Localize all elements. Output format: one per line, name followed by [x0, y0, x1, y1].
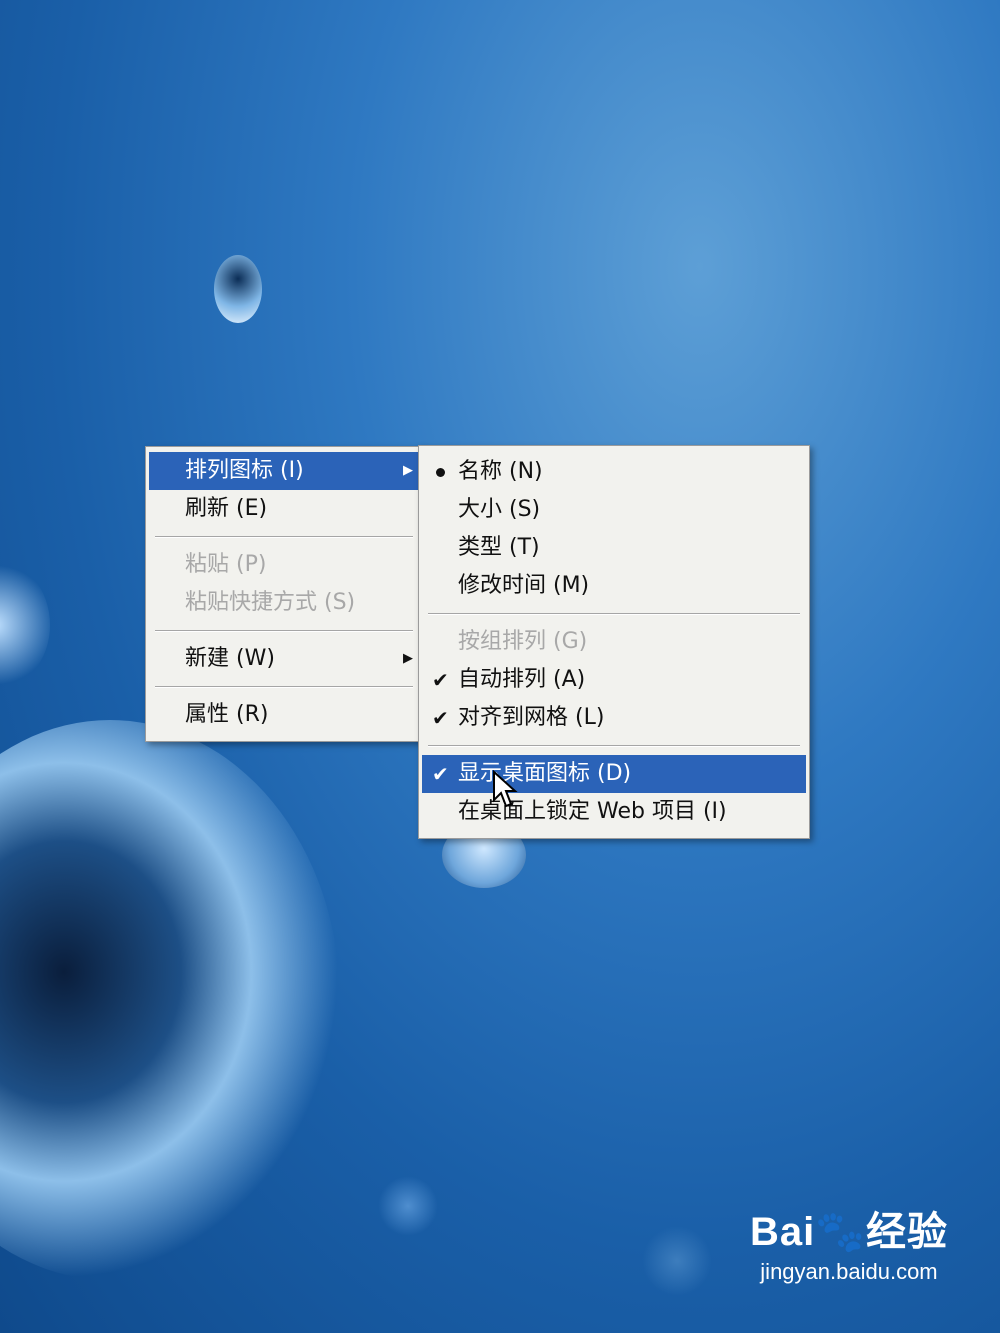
- check-icon: ✔: [432, 668, 449, 692]
- submenu-item-align-to-grid[interactable]: ✔ 对齐到网格 (L): [422, 699, 806, 737]
- submenu-item-name[interactable]: 名称 (N): [422, 453, 806, 491]
- submenu-item-size[interactable]: 大小 (S): [422, 491, 806, 529]
- menu-separator: [155, 536, 413, 538]
- menu-item-label: 名称 (N): [458, 459, 543, 484]
- baidu-jingyan-watermark: Bai🐾经验 jingyan.baidu.com: [750, 1199, 948, 1285]
- radio-bullet-icon: [436, 468, 445, 477]
- menu-item-label: 自动排列 (A): [458, 667, 586, 692]
- menu-item-label: 粘贴快捷方式 (S): [185, 590, 356, 615]
- context-menu: 排列图标 (I) ▶ 刷新 (E) 粘贴 (P) 粘贴快捷方式 (S) 新建 (…: [145, 446, 423, 742]
- menu-item-label: 属性 (R): [185, 702, 269, 727]
- menu-item-properties[interactable]: 属性 (R): [149, 696, 419, 734]
- menu-item-paste-shortcut: 粘贴快捷方式 (S): [149, 584, 419, 622]
- menu-separator: [155, 630, 413, 632]
- menu-item-new[interactable]: 新建 (W) ▶: [149, 640, 419, 678]
- submenu-item-lock-web-items[interactable]: 在桌面上锁定 Web 项目 (I): [422, 793, 806, 831]
- menu-item-label: 粘贴 (P): [185, 552, 267, 577]
- submenu-item-show-desktop-icons[interactable]: ✔ 显示桌面图标 (D): [422, 755, 806, 793]
- menu-item-label: 按组排列 (G): [458, 629, 588, 654]
- menu-item-label: 类型 (T): [458, 535, 540, 560]
- arrange-icons-submenu: 名称 (N) 大小 (S) 类型 (T) 修改时间 (M) 按组排列 (G) ✔…: [418, 445, 810, 839]
- menu-separator: [428, 613, 800, 615]
- watermark-url: jingyan.baidu.com: [760, 1259, 938, 1284]
- menu-item-label: 修改时间 (M): [458, 573, 590, 598]
- submenu-arrow-icon: ▶: [403, 463, 413, 478]
- menu-item-label: 大小 (S): [458, 497, 541, 522]
- check-icon: ✔: [432, 706, 449, 730]
- menu-item-refresh[interactable]: 刷新 (E): [149, 490, 419, 528]
- mouse-cursor-icon: [493, 770, 518, 808]
- menu-item-label: 显示桌面图标 (D): [458, 761, 632, 786]
- submenu-item-group-by: 按组排列 (G): [422, 623, 806, 661]
- menu-item-label: 排列图标 (I): [185, 458, 304, 483]
- menu-item-label: 对齐到网格 (L): [458, 705, 605, 730]
- menu-item-paste: 粘贴 (P): [149, 546, 419, 584]
- splash-decoration: [0, 720, 340, 1280]
- menu-separator: [428, 745, 800, 747]
- splash-decoration: [0, 560, 50, 690]
- water-drop-decoration: [642, 1226, 712, 1296]
- submenu-item-auto-arrange[interactable]: ✔ 自动排列 (A): [422, 661, 806, 699]
- submenu-arrow-icon: ▶: [403, 651, 413, 666]
- water-drop-decoration: [378, 1176, 438, 1236]
- check-icon: ✔: [432, 762, 449, 786]
- menu-item-arrange-icons[interactable]: 排列图标 (I) ▶: [149, 452, 419, 490]
- menu-item-label: 刷新 (E): [185, 496, 268, 521]
- water-drop-decoration: [214, 255, 262, 323]
- menu-separator: [155, 686, 413, 688]
- submenu-item-type[interactable]: 类型 (T): [422, 529, 806, 567]
- submenu-item-modified[interactable]: 修改时间 (M): [422, 567, 806, 605]
- watermark-logo: Bai🐾经验: [749, 1210, 948, 1254]
- menu-item-label: 新建 (W): [185, 646, 275, 671]
